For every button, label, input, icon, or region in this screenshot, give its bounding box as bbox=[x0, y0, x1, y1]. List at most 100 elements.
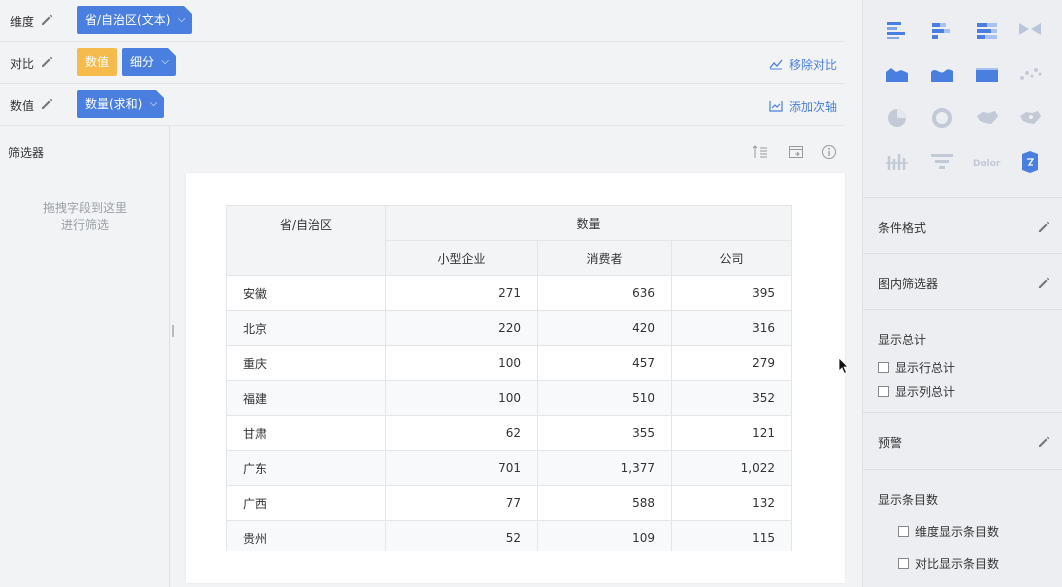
dimension-label: 维度 bbox=[10, 15, 35, 29]
region-map-icon[interactable] bbox=[973, 106, 1001, 130]
value-cell: 77 bbox=[385, 485, 538, 521]
table-row: 重庆 100 457 279 bbox=[226, 345, 793, 381]
compare-label: 对比 bbox=[10, 57, 35, 71]
value-cell: 109 bbox=[537, 520, 672, 551]
value-cell: 1,377 bbox=[537, 450, 672, 486]
edit-compare-icon[interactable] bbox=[40, 55, 54, 69]
dim-show-count-checkbox[interactable]: 维度显示条目数 bbox=[898, 523, 999, 540]
table-row: 甘肃 62 355 121 bbox=[226, 415, 793, 451]
donut-chart-icon[interactable] bbox=[928, 106, 956, 130]
row-label-cell: 广西 bbox=[226, 485, 386, 521]
show-total-section: 显示总计 显示行总计 显示列总计 bbox=[863, 309, 1062, 412]
pill-corner bbox=[168, 48, 177, 56]
value-cell: 1,022 bbox=[670, 450, 793, 486]
show-row-total-label: 显示行总计 bbox=[895, 361, 956, 375]
table-chart-icon[interactable] bbox=[1016, 150, 1044, 174]
percent-bar-icon[interactable] bbox=[973, 18, 1001, 42]
value-cell: 52 bbox=[385, 520, 538, 551]
row-label-cell: 安徽 bbox=[226, 275, 386, 311]
word-cloud-icon[interactable]: Dolor bbox=[971, 150, 1003, 174]
range-chart-icon[interactable] bbox=[883, 150, 911, 174]
value-label: 数值 bbox=[10, 99, 35, 113]
edit-dimension-icon[interactable] bbox=[40, 13, 54, 27]
column-group-header: 数量 bbox=[384, 205, 793, 241]
show-count-title: 显示条目数 bbox=[878, 493, 939, 507]
row-header-province[interactable]: 省/自治区 bbox=[226, 205, 386, 276]
table-row: 北京 220 420 316 bbox=[226, 310, 793, 346]
checkbox-box[interactable] bbox=[898, 526, 909, 537]
table-row: 广西 77 588 132 bbox=[226, 485, 793, 521]
checkbox-box[interactable] bbox=[878, 362, 889, 373]
column-header[interactable]: 小型企业 bbox=[385, 240, 538, 276]
mouse-cursor-icon bbox=[838, 357, 849, 375]
bar-chart-icon[interactable] bbox=[883, 18, 911, 42]
edit-alert-icon[interactable] bbox=[1037, 435, 1051, 449]
table-row: 贵州 52 109 115 bbox=[226, 520, 793, 551]
column-header[interactable]: 消费者 bbox=[537, 240, 672, 276]
value-cell: 355 bbox=[537, 415, 672, 451]
show-col-total-label: 显示列总计 bbox=[895, 385, 956, 399]
value-cell: 279 bbox=[670, 345, 793, 381]
add-secondary-axis-button[interactable]: 添加次轴 bbox=[769, 98, 837, 115]
edit-conditional-format-icon[interactable] bbox=[1037, 220, 1051, 234]
dimension-row: 维度 省/自治区(文本) ⌵ bbox=[0, 0, 845, 42]
cmp-show-count-checkbox[interactable]: 对比显示条目数 bbox=[898, 555, 999, 572]
edit-value-icon[interactable] bbox=[40, 97, 54, 111]
add-secondary-axis-text: 添加次轴 bbox=[788, 100, 837, 114]
conditional-format-section: 条件格式 bbox=[863, 197, 1062, 253]
edit-chart-filter-icon[interactable] bbox=[1037, 276, 1051, 290]
pill-corner bbox=[184, 6, 193, 14]
pivot-table-container: 省/自治区 数量 小型企业 消费者 公司 安徽 271 636 395 北京 220 420 31… bbox=[226, 205, 806, 551]
word-cloud-text: Dolor bbox=[973, 159, 1001, 169]
funnel-chart-icon[interactable] bbox=[928, 150, 956, 174]
panel-resize-handle[interactable] bbox=[172, 325, 174, 337]
filter-drop-hint: 拖拽字段到这里 进行筛选 bbox=[0, 200, 170, 234]
filter-hint-line2: 进行筛选 bbox=[60, 218, 109, 232]
stacked-area-icon[interactable] bbox=[973, 62, 1001, 86]
checkbox-box[interactable] bbox=[898, 558, 909, 569]
show-col-total-checkbox[interactable]: 显示列总计 bbox=[878, 383, 955, 400]
row-label-cell: 北京 bbox=[226, 310, 386, 346]
dimension-field-pill[interactable]: 省/自治区(文本) ⌵ bbox=[77, 6, 193, 34]
area-chart-icon[interactable] bbox=[883, 62, 911, 86]
row-label-cell: 广东 bbox=[226, 450, 386, 486]
value-cell: 115 bbox=[670, 520, 793, 551]
dimension-field-text: 省/自治区(文本) bbox=[85, 13, 171, 27]
scatter-chart-icon[interactable] bbox=[1016, 62, 1044, 86]
value-field-pill[interactable]: 数量(求和) ⌵ bbox=[77, 90, 165, 118]
value-cell: 510 bbox=[537, 380, 672, 416]
conditional-format-title: 条件格式 bbox=[878, 221, 927, 235]
dim-show-count-label: 维度显示条目数 bbox=[915, 525, 1000, 539]
point-map-icon[interactable] bbox=[1016, 106, 1044, 130]
remove-compare-button[interactable]: 移除对比 bbox=[769, 56, 837, 73]
chart-settings-panel: Dolor 条件格式 图内筛选器 显示总计 显示行总计 显示列总计 预警 显示条… bbox=[862, 0, 1062, 587]
checkbox-box[interactable] bbox=[878, 386, 889, 397]
sort-icon[interactable] bbox=[752, 144, 768, 160]
compare-row: 对比 数值 细分 ⌵ 移除对比 bbox=[0, 42, 845, 84]
table-row: 安徽 271 636 395 bbox=[226, 275, 793, 311]
chart-type-grid: Dolor bbox=[863, 8, 1062, 188]
export-icon[interactable] bbox=[788, 144, 804, 160]
value-cell: 588 bbox=[537, 485, 672, 521]
column-header[interactable]: 公司 bbox=[670, 240, 793, 276]
filter-panel[interactable]: 筛选器 拖拽字段到这里 进行筛选 bbox=[0, 126, 170, 587]
smooth-area-icon[interactable] bbox=[928, 62, 956, 86]
show-row-total-checkbox[interactable]: 显示行总计 bbox=[878, 359, 955, 376]
info-icon[interactable] bbox=[821, 144, 837, 160]
compare-value-pill[interactable]: 数值 bbox=[77, 48, 118, 76]
compare-detail-pill[interactable]: 细分 ⌵ bbox=[122, 48, 177, 76]
value-cell: 636 bbox=[537, 275, 672, 311]
stacked-bar-icon[interactable] bbox=[928, 18, 956, 42]
alert-title: 预警 bbox=[878, 436, 903, 450]
comparison-bar-icon[interactable] bbox=[1016, 18, 1044, 42]
cmp-show-count-label: 对比显示条目数 bbox=[915, 557, 1000, 571]
row-label-cell: 福建 bbox=[226, 380, 386, 416]
value-cell: 352 bbox=[670, 380, 793, 416]
value-cell: 100 bbox=[385, 380, 538, 416]
value-cell: 132 bbox=[670, 485, 793, 521]
row-label-cell: 贵州 bbox=[226, 520, 386, 551]
show-total-title: 显示总计 bbox=[878, 333, 927, 347]
pie-chart-icon[interactable] bbox=[883, 106, 911, 130]
value-cell: 62 bbox=[385, 415, 538, 451]
filter-hint-line1: 拖拽字段到这里 bbox=[42, 201, 127, 215]
